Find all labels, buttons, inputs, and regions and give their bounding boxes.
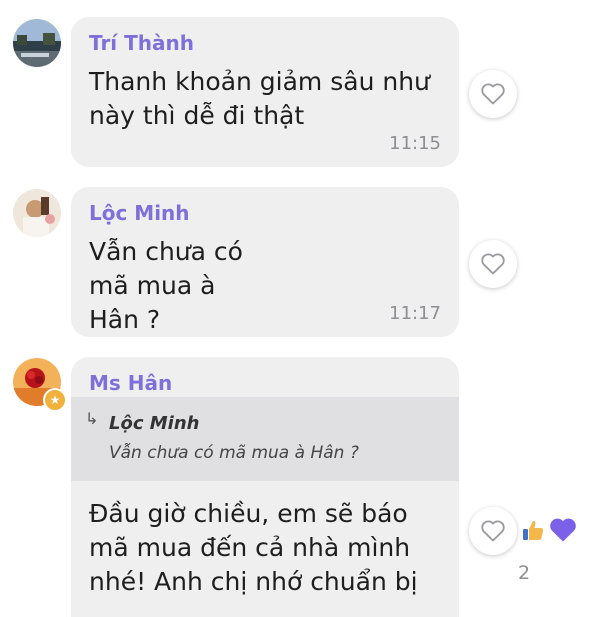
avatar[interactable] [13,19,61,67]
reaction-summary[interactable] [520,516,578,544]
heart-outline-icon [481,520,505,542]
message-bubble[interactable]: Lộc Minh Vẫn chưa có mã mua à Hân ? 11:1… [71,187,459,337]
reaction-count: 2 [518,562,531,584]
thumbs-up-icon [523,520,544,540]
quote-text: Vẫn chưa có mã mua à Hân ? [109,443,359,463]
react-button[interactable] [469,70,517,118]
heart-icon [550,518,576,542]
star-badge-icon: ★ [43,388,67,412]
message-item: Trí Thành Thanh khoản giảm sâu như này t… [0,0,600,170]
message-text: Thanh khoản giảm sâu như này thì dễ đi t… [89,67,430,130]
reply-quote[interactable]: ↳ Lộc Minh Vẫn chưa có mã mua à Hân ? [71,397,459,481]
sender-name: Ms Hân [89,371,173,395]
heart-outline-icon [481,83,505,105]
avatar[interactable] [13,189,61,237]
message-text: Vẫn chưa có mã mua à Hân ? [89,237,243,334]
message-item: ★ Ms Hân ↳ Lộc Minh Vẫn chưa có mã mua à… [0,340,600,617]
message-item: Lộc Minh Vẫn chưa có mã mua à Hân ? 11:1… [0,170,600,340]
react-button[interactable] [469,507,517,555]
sender-name: Lộc Minh [89,201,190,225]
reply-arrow-icon: ↳ [85,409,99,428]
quote-sender: Lộc Minh [109,413,200,434]
sender-name: Trí Thành [89,31,194,55]
message-time: 11:17 [389,303,441,324]
react-button[interactable] [469,240,517,288]
message-text: Đầu giờ chiều, em sẽ báo mã mua đến cả n… [89,499,418,596]
message-time: 11:15 [389,133,441,154]
message-bubble[interactable]: Trí Thành Thanh khoản giảm sâu như này t… [71,17,459,167]
message-bubble[interactable]: Ms Hân ↳ Lộc Minh Vẫn chưa có mã mua à H… [71,357,459,617]
heart-outline-icon [481,253,505,275]
